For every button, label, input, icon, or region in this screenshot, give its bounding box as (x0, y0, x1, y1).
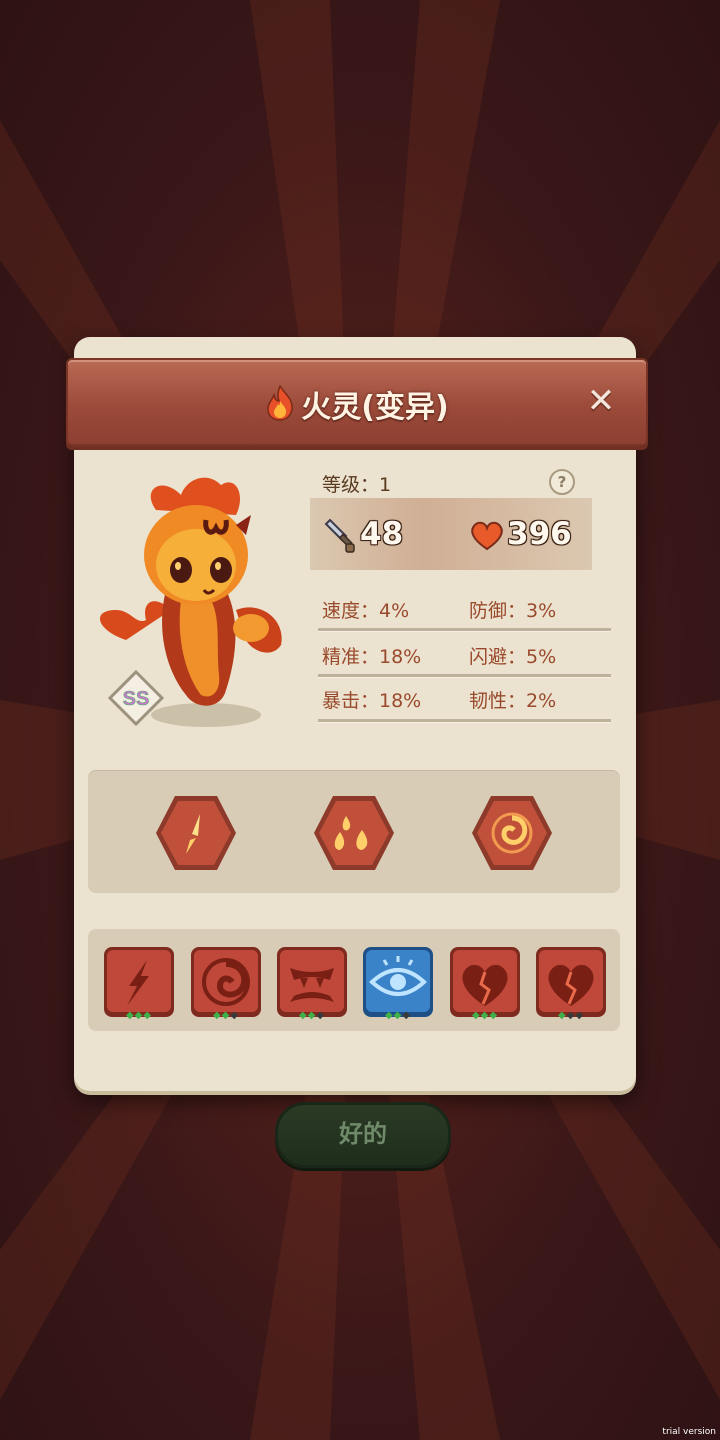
rune-tile[interactable] (535, 946, 607, 1018)
skill-fire-swirl[interactable] (470, 794, 554, 872)
fire-element-icon (265, 384, 295, 429)
quality-diamond-icon: ◆ (230, 1010, 240, 1021)
title-banner: 火灵(变异) ✕ (66, 358, 648, 446)
pet-name: 火灵(变异) (301, 390, 449, 425)
quality-diamond-icon: ◆ (212, 1010, 222, 1021)
close-icon: ✕ (586, 381, 616, 421)
attr-accuracy: 精准：18% (322, 646, 422, 668)
rune-tile[interactable] (362, 946, 434, 1018)
rune-tile[interactable] (190, 946, 262, 1018)
attr-divider (318, 628, 611, 632)
attr-toughness: 韧性：2% (469, 690, 557, 712)
rune-quality-dots: ◆◆◆ (449, 1011, 521, 1021)
quality-diamond-icon: ◆ (471, 1010, 481, 1021)
rune-tile[interactable] (103, 946, 175, 1018)
quality-diamond-icon: ◆ (316, 1010, 326, 1021)
help-icon: ? (557, 473, 567, 491)
attr-divider (318, 719, 611, 723)
rune-quality-dots: ◆◆◆ (103, 1011, 175, 1021)
hp-heart-icon (471, 521, 503, 551)
quality-diamond-icon: ◆ (143, 1010, 153, 1021)
quality-diamond-icon: ◆ (298, 1010, 308, 1021)
quality-diamond-icon: ◆ (575, 1010, 585, 1021)
rune-quality-dots: ◆◆◆ (276, 1011, 348, 1021)
level-label: 等级：1 (322, 474, 392, 496)
svg-text:SS: SS (123, 688, 150, 710)
attr-evasion: 闪避：5% (469, 646, 557, 668)
close-button[interactable]: ✕ (586, 384, 616, 418)
hp-value: 396 (507, 516, 572, 552)
attr-divider (318, 674, 611, 678)
quality-diamond-icon: ◆ (557, 1010, 567, 1021)
rune-tile[interactable] (449, 946, 521, 1018)
attr-defense: 防御：3% (469, 600, 557, 622)
rank-ss-badge: SS (108, 670, 164, 726)
quality-diamond-icon: ◆ (402, 1010, 412, 1021)
skill-flame-drops[interactable] (312, 794, 396, 872)
help-button[interactable]: ? (549, 469, 575, 495)
quality-diamond-icon: ◆ (489, 1010, 499, 1021)
quality-diamond-icon: ◆ (125, 1010, 135, 1021)
attack-sword-icon (324, 518, 355, 553)
attr-speed: 速度：4% (322, 600, 410, 622)
trial-watermark: trial version (662, 1427, 716, 1437)
rune-quality-dots: ◆◆◆ (362, 1011, 434, 1021)
ok-button[interactable]: 好的 (275, 1102, 451, 1168)
skill-crystal-shard[interactable] (154, 794, 238, 872)
rune-tile[interactable] (276, 946, 348, 1018)
quality-diamond-icon: ◆ (384, 1010, 394, 1021)
rune-quality-dots: ◆◆◆ (190, 1011, 262, 1021)
attack-value: 48 (360, 516, 404, 552)
ok-button-label: 好的 (339, 1120, 387, 1148)
rune-quality-dots: ◆◆◆ (535, 1011, 607, 1021)
attr-crit: 暴击：18% (322, 690, 422, 712)
pet-title: 火灵(变异) (68, 382, 646, 429)
